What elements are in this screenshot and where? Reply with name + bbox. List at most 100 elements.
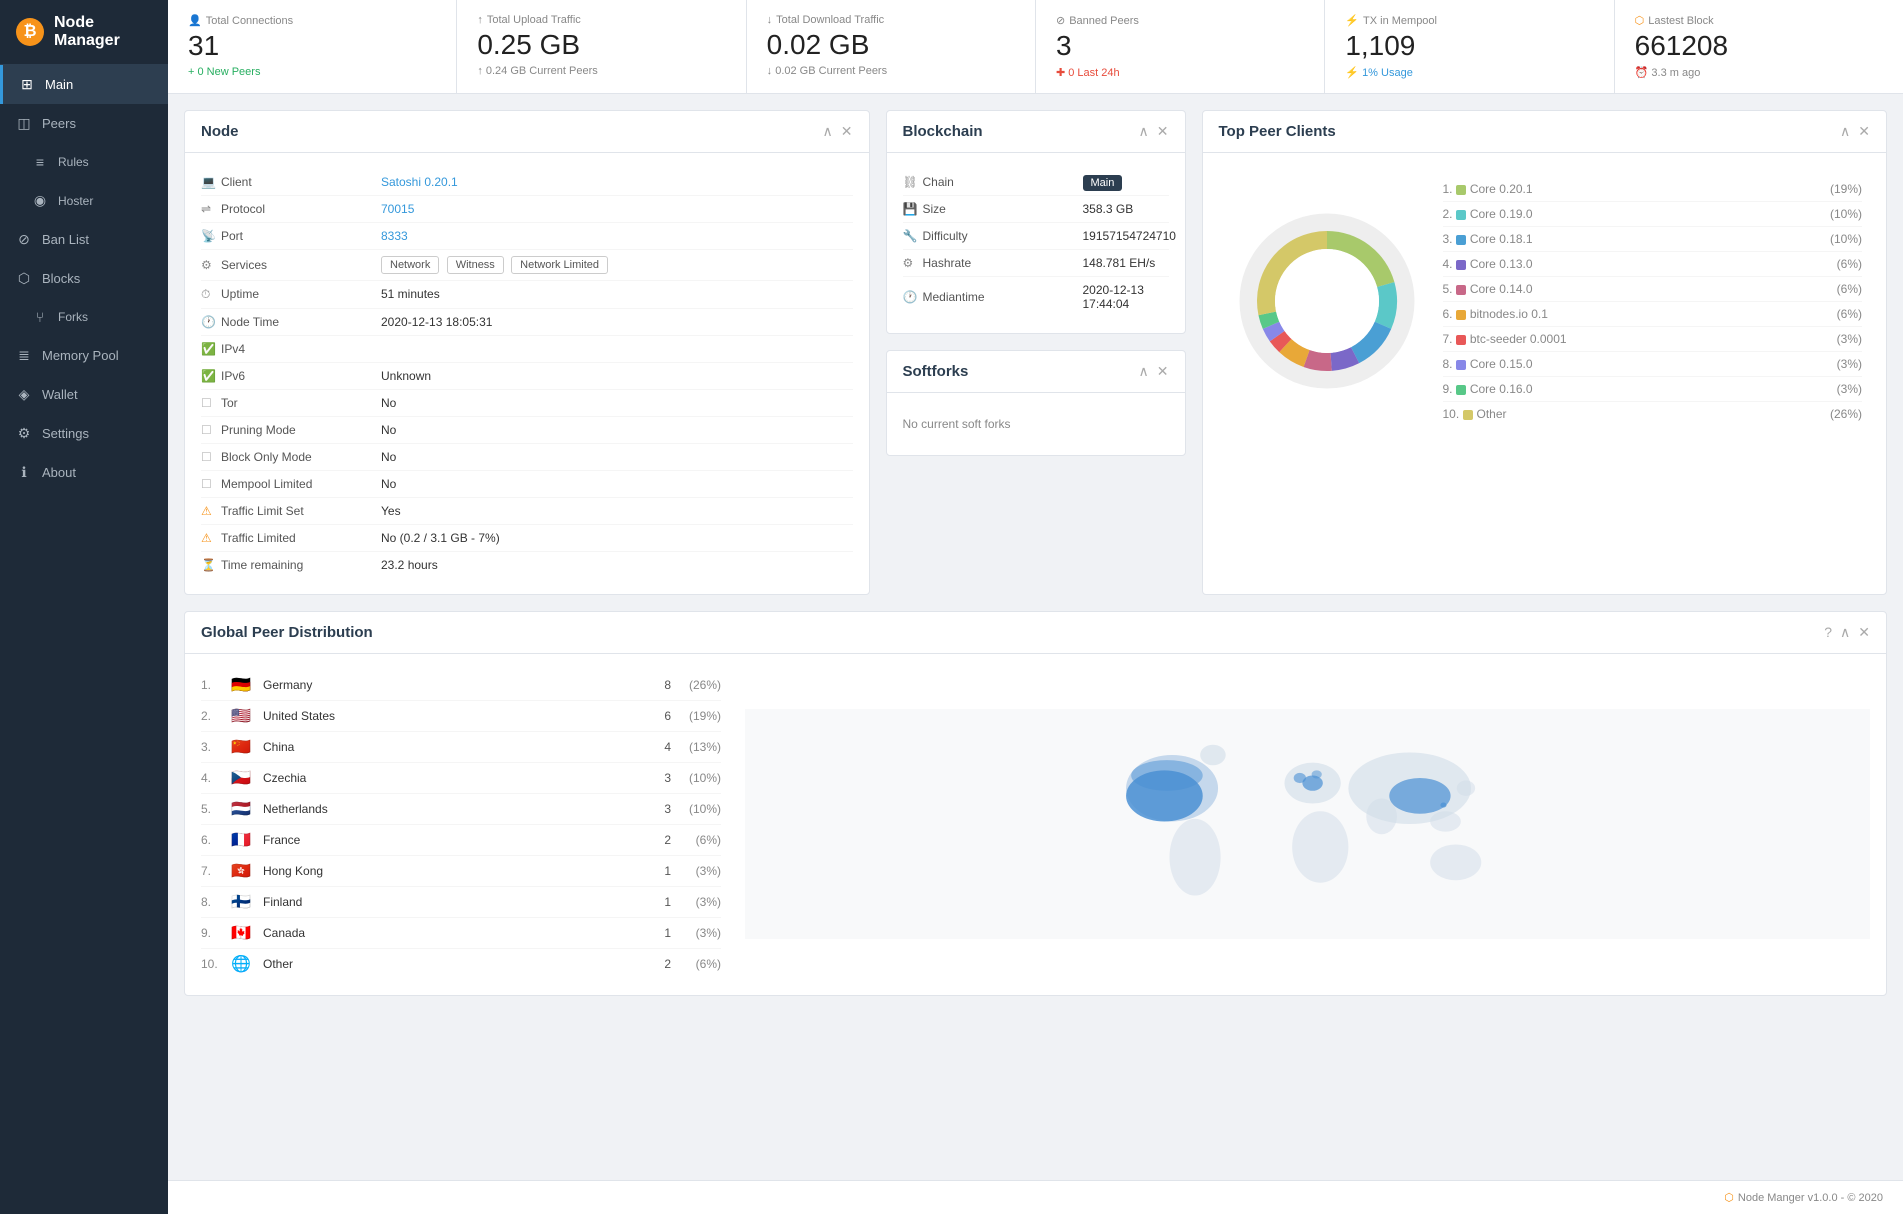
mempool-value: 1,109 xyxy=(1345,31,1593,62)
block-value: 661208 xyxy=(1635,31,1883,62)
top-peer-clients-panel: Top Peer Clients ∧ ✕ xyxy=(1202,110,1888,595)
blockchain-panel: Blockchain ∧ ✕ ⛓ Chain Main � xyxy=(886,110,1186,334)
download-value: 0.02 GB xyxy=(767,30,1015,61)
sidebar-label-wallet: Wallet xyxy=(42,387,78,402)
sidebar-label-about: About xyxy=(42,465,76,480)
top-peers-close-icon[interactable]: ✕ xyxy=(1858,123,1870,140)
peer-list-item: 1. Core 0.20.1 (19%) xyxy=(1443,177,1863,202)
softforks-header: Softforks ∧ ✕ xyxy=(887,351,1185,393)
node-panel-header: Node ∧ ✕ xyxy=(185,111,869,153)
sidebar-label-forks: Forks xyxy=(58,310,88,324)
peer-list-item: 4. Core 0.13.0 (6%) xyxy=(1443,252,1863,277)
country-list-item: 9. 🇨🇦 Canada 1 (3%) xyxy=(201,918,721,949)
port-icon: 📡 xyxy=(201,229,221,243)
sidebar-item-blocks[interactable]: ⬡ Blocks xyxy=(0,259,168,298)
services-icon: ⚙ xyxy=(201,258,221,272)
app-title: Node Manager xyxy=(54,14,152,50)
forks-icon: ⑂ xyxy=(32,309,48,325)
sidebar-label-settings: Settings xyxy=(42,426,89,441)
stat-connections: 👤 Total Connections 31 + 0 New Peers xyxy=(168,0,457,93)
donut-container: 1. Core 0.20.1 (19%) 2. Core 0.19.0 (10%… xyxy=(1219,169,1871,434)
top-peers-title: Top Peer Clients xyxy=(1219,123,1336,140)
uptime-value: 51 minutes xyxy=(381,287,853,301)
node-collapse-icon[interactable]: ∧ xyxy=(823,123,833,140)
about-icon: ℹ xyxy=(16,464,32,481)
mempool-limited-value: No xyxy=(381,477,853,491)
stats-bar: 👤 Total Connections 31 + 0 New Peers ↑ T… xyxy=(168,0,1903,94)
blockchain-collapse-icon[interactable]: ∧ xyxy=(1139,123,1149,140)
sidebar-label-rules: Rules xyxy=(58,155,89,169)
badge-network-limited: Network Limited xyxy=(511,256,608,274)
banned-value: 3 xyxy=(1056,31,1304,62)
sidebar-item-wallet[interactable]: ◈ Wallet xyxy=(0,375,168,414)
sidebar-item-main[interactable]: ⊞ Main xyxy=(0,65,168,104)
port-value: 8333 xyxy=(381,229,853,243)
size-row: 💾 Size 358.3 GB xyxy=(903,196,1169,223)
mediantime-icon: 🕐 xyxy=(903,290,923,304)
blocks-icon: ⬡ xyxy=(16,270,32,287)
block-icon: ⬡ xyxy=(1635,14,1645,27)
traffic-limited-value: No (0.2 / 3.1 GB - 7%) xyxy=(381,531,853,545)
connections-sub: + 0 New Peers xyxy=(188,66,436,78)
row-2: Global Peer Distribution ? ∧ ✕ 1. 🇩🇪 Ger… xyxy=(184,611,1887,996)
difficulty-icon: 🔧 xyxy=(903,229,923,243)
block-sub: ⏰ 3.3 m ago xyxy=(1635,66,1883,79)
sidebar-item-settings[interactable]: ⚙ Settings xyxy=(0,414,168,453)
sidebar-item-ban-list[interactable]: ⊘ Ban List xyxy=(0,220,168,259)
sidebar-item-hoster[interactable]: ◉ Hoster xyxy=(0,181,168,220)
node-time-remaining-row: ⏳ Time remaining 23.2 hours xyxy=(201,552,853,578)
country-list-item: 10. 🌐 Other 2 (6%) xyxy=(201,949,721,979)
top-peers-collapse-icon[interactable]: ∧ xyxy=(1840,123,1850,140)
blockonly-icon: ☐ xyxy=(201,450,221,464)
ipv6-icon: ✅ xyxy=(201,369,221,383)
uptime-icon: ⏱ xyxy=(201,287,221,302)
sidebar-label-peers: Peers xyxy=(42,116,76,131)
peer-list-item: 3. Core 0.18.1 (10%) xyxy=(1443,227,1863,252)
stat-banned: ⊘ Banned Peers 3 ✚ 0 Last 24h xyxy=(1036,0,1325,93)
blockchain-close-icon[interactable]: ✕ xyxy=(1157,123,1169,140)
country-list-item: 4. 🇨🇿 Czechia 3 (10%) xyxy=(201,763,721,794)
upload-sub: ↑ 0.24 GB Current Peers xyxy=(477,65,725,77)
badge-witness: Witness xyxy=(447,256,504,274)
node-services-row: ⚙ Services Network Witness Network Limit… xyxy=(201,250,853,281)
node-pruning-row: ☐ Pruning Mode No xyxy=(201,417,853,444)
softforks-body: No current soft forks xyxy=(887,393,1185,455)
country-list-item: 8. 🇫🇮 Finland 1 (3%) xyxy=(201,887,721,918)
traffic-limit-value: Yes xyxy=(381,504,853,518)
pruning-value: No xyxy=(381,423,853,437)
app-logo: ₿ Node Manager xyxy=(0,0,168,65)
badge-network: Network xyxy=(381,256,439,274)
softforks-close-icon[interactable]: ✕ xyxy=(1157,363,1169,380)
chain-value: Main xyxy=(1083,175,1169,189)
footer: ⬡ Node Manger v1.0.0 - © 2020 xyxy=(168,1180,1903,1214)
main-content: 👤 Total Connections 31 + 0 New Peers ↑ T… xyxy=(168,0,1903,1214)
sidebar-item-rules[interactable]: ≡ Rules xyxy=(0,143,168,181)
donut-chart xyxy=(1227,201,1427,401)
global-body: 1. 🇩🇪 Germany 8 (26%) 2. 🇺🇸 United State… xyxy=(185,654,1886,995)
map-container xyxy=(745,670,1870,979)
row-1: Node ∧ ✕ 💻 Client Satoshi 0.20.1 ⇌ Proto… xyxy=(184,110,1887,595)
mempool-sub: ⚡ 1% Usage xyxy=(1345,66,1593,79)
mempool-limited-icon: ☐ xyxy=(201,477,221,491)
hashrate-icon: ⚙ xyxy=(903,256,923,270)
softforks-collapse-icon[interactable]: ∧ xyxy=(1139,363,1149,380)
global-close-icon[interactable]: ✕ xyxy=(1858,624,1870,641)
sidebar-item-about[interactable]: ℹ About xyxy=(0,453,168,492)
pruning-icon: ☐ xyxy=(201,423,221,437)
global-collapse-icon[interactable]: ∧ xyxy=(1840,624,1850,641)
node-protocol-row: ⇌ Protocol 70015 xyxy=(201,196,853,223)
sidebar-item-memory-pool[interactable]: ≣ Memory Pool xyxy=(0,336,168,375)
node-close-icon[interactable]: ✕ xyxy=(841,123,853,140)
node-client-row: 💻 Client Satoshi 0.20.1 xyxy=(201,169,853,196)
ipv4-icon: ✅ xyxy=(201,342,221,356)
difficulty-value: 19157154724710 xyxy=(1083,229,1176,243)
tor-value: No xyxy=(381,396,853,410)
upload-icon: ↑ xyxy=(477,14,483,26)
peer-list: 1. Core 0.20.1 (19%) 2. Core 0.19.0 (10%… xyxy=(1443,177,1863,426)
sidebar-label-main: Main xyxy=(45,77,73,92)
global-help-icon[interactable]: ? xyxy=(1824,624,1832,641)
node-blockonly-row: ☐ Block Only Mode No xyxy=(201,444,853,471)
sidebar-item-peers[interactable]: ◫ Peers xyxy=(0,104,168,143)
sidebar: ₿ Node Manager ⊞ Main ◫ Peers ≡ Rules ◉ … xyxy=(0,0,168,1214)
sidebar-item-forks[interactable]: ⑂ Forks xyxy=(0,298,168,336)
